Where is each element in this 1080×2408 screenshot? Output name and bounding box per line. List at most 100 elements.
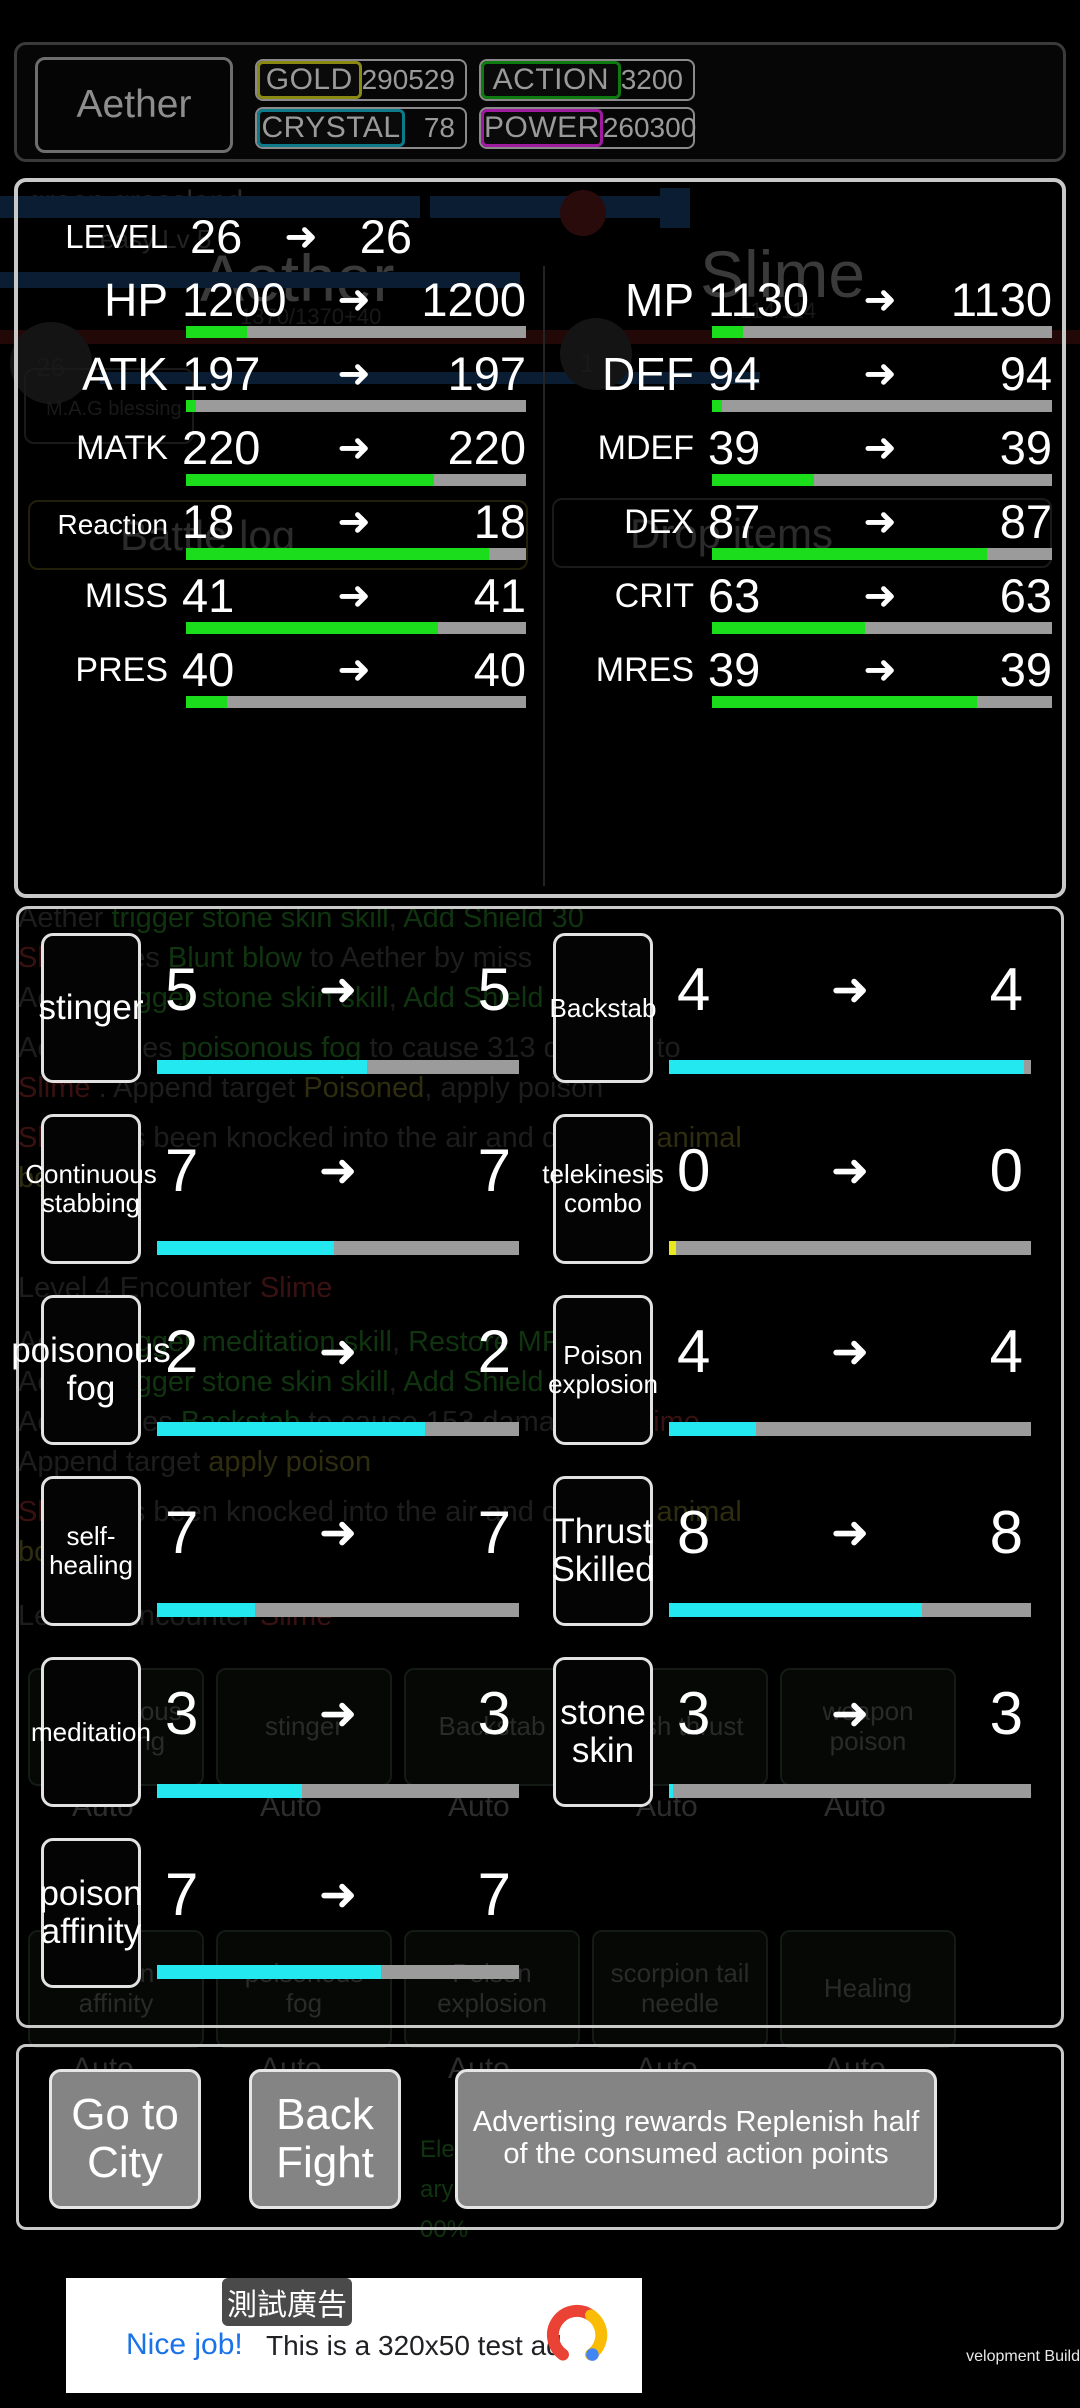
stat-row-reaction: Reaction 18 ➜ 18 (30, 496, 530, 570)
skill-name-label: meditation (31, 1716, 151, 1747)
skill-progress-bar (157, 1965, 519, 1979)
stats-column-divider (543, 266, 545, 886)
stat-label-mp: MP (625, 274, 694, 326)
stat-progress-bar (186, 548, 526, 560)
skill-level-from: 4 (677, 955, 711, 1023)
skill-level-to: 7 (477, 1498, 511, 1566)
stat-value-to: 1200 (421, 273, 526, 326)
stat-value-from: 41 (182, 569, 235, 622)
arrow-icon: ➜ (318, 963, 358, 1015)
go-to-city-button[interactable]: Go to City (49, 2069, 201, 2209)
stat-value-to: 63 (999, 569, 1052, 622)
skill-cell[interactable]: Continuous stabbing 7 ➜ 7 (25, 1100, 535, 1279)
stat-value-from: 1200 (182, 273, 287, 326)
skill-level-from: 5 (165, 955, 199, 1023)
skill-level-from: 7 (165, 1860, 199, 1928)
skill-name-label: stone skin (560, 1692, 646, 1770)
stat-progress-bar (186, 622, 526, 634)
skill-name-box[interactable]: Poison explosion (548, 1295, 658, 1445)
stat-row-crit: CRIT 63 ➜ 63 (556, 570, 1056, 644)
stat-value-from: 197 (182, 347, 261, 400)
skill-name-box[interactable]: poisonous fog (11, 1295, 171, 1445)
skill-name-box[interactable]: stinger (38, 933, 144, 1083)
skill-name-box[interactable]: Continuous stabbing (25, 1114, 157, 1264)
stat-row-atk: ATK 197 ➜ 197 (30, 348, 530, 422)
arrow-icon: ➜ (863, 352, 897, 396)
resource-crystal[interactable]: CRYSTAL 78 (255, 107, 467, 149)
resource-value-action: 3200 (620, 64, 683, 95)
skill-name-box[interactable]: meditation (31, 1657, 151, 1807)
resource-label-power: POWER (481, 109, 603, 147)
arrow-icon: ➜ (830, 963, 870, 1015)
stat-row-mp: MP 1130 ➜ 1130 (556, 274, 1056, 348)
stat-row-miss: MISS 41 ➜ 41 (30, 570, 530, 644)
skill-name-label: self-healing (49, 1521, 133, 1580)
skill-level-to: 5 (477, 955, 511, 1023)
skill-name-box[interactable]: poison affinity (39, 1838, 143, 1988)
skill-cell[interactable]: Poison explosion 4 ➜ 4 (541, 1281, 1047, 1460)
skill-cell[interactable]: stone skin 3 ➜ 3 (541, 1643, 1047, 1822)
back-fight-button[interactable]: Back Fight (249, 2069, 401, 2209)
skill-cell[interactable]: Backstab 4 ➜ 4 (541, 919, 1047, 1098)
skill-name-box[interactable]: telekinesis combo (542, 1114, 664, 1264)
arrow-icon: ➜ (337, 426, 371, 470)
stat-label-atk: ATK (81, 348, 168, 400)
skill-level-values: 4 ➜ 4 (669, 1295, 1031, 1407)
stat-progress-bar (712, 696, 1052, 708)
stat-value-from: 40 (182, 643, 235, 696)
arrow-icon: ➜ (318, 1506, 358, 1558)
skill-progress-bar (157, 1241, 519, 1255)
ad-banner[interactable]: Nice job! This is a 320x50 test ad. (66, 2278, 642, 2393)
skill-name-box[interactable]: stone skin (553, 1657, 653, 1807)
stat-value-to: 94 (999, 347, 1052, 400)
skill-progress-bar (669, 1784, 1031, 1798)
skill-level-from: 0 (677, 1136, 711, 1204)
arrow-icon: ➜ (337, 648, 371, 692)
stat-value-to: 197 (447, 347, 526, 400)
skill-cell[interactable]: stinger 5 ➜ 5 (29, 919, 535, 1098)
skill-level-to: 7 (477, 1860, 511, 1928)
skill-level-from: 4 (677, 1317, 711, 1385)
skill-name-box[interactable]: Thrust Skilled (551, 1476, 655, 1626)
game-screen: green grassland easy Lv 5 Aether Slime 1… (0, 0, 1080, 2408)
resource-action[interactable]: ACTION 3200 (479, 59, 695, 101)
skill-cell[interactable]: poison affinity 7 ➜ 7 (29, 1824, 535, 2003)
arrow-icon: ➜ (830, 1687, 870, 1739)
resource-label-crystal: CRYSTAL (257, 109, 405, 147)
resource-power[interactable]: POWER 260300 (479, 107, 696, 149)
skill-name-box[interactable]: Backstab (550, 933, 656, 1083)
skill-level-values: 4 ➜ 4 (669, 933, 1031, 1045)
skill-name-label: Thrust Skilled (551, 1511, 655, 1589)
skill-level-values: 8 ➜ 8 (669, 1476, 1031, 1588)
skill-level-from: 3 (165, 1679, 199, 1747)
ad-test-badge: 測試廣告 (222, 2278, 352, 2326)
skill-name-box[interactable]: self-healing (41, 1476, 141, 1626)
skill-cell[interactable]: self-healing 7 ➜ 7 (29, 1462, 535, 1641)
resource-gold[interactable]: GOLD 290529 (255, 59, 467, 101)
stat-value-to: 41 (473, 569, 526, 622)
skill-cell[interactable]: telekinesis combo 0 ➜ 0 (541, 1100, 1047, 1279)
arrow-icon: ➜ (318, 1868, 358, 1920)
stat-row-level: LEVEL 26 ➜ 26 (38, 208, 558, 266)
stats-column-left: HP 1200 ➜ 1200 ATK 197 ➜ 197 MATK 220 ➜ 220 Reaction… (30, 274, 530, 718)
ad-reward-button[interactable]: Advertising rewards Replenish half of th… (455, 2069, 937, 2209)
skill-level-to: 3 (989, 1679, 1023, 1747)
arrow-icon: ➜ (284, 215, 318, 259)
stat-value-from: 94 (708, 347, 761, 400)
skill-cell[interactable]: meditation 3 ➜ 3 (29, 1643, 535, 1822)
stat-label-matk: MATK (76, 429, 168, 467)
stat-row-matk: MATK 220 ➜ 220 (30, 422, 530, 496)
skill-level-values: 7 ➜ 7 (157, 1114, 519, 1226)
hero-name-box[interactable]: Aether (35, 57, 233, 153)
skill-level-to: 8 (989, 1498, 1023, 1566)
stat-label-pres: PRES (75, 651, 168, 689)
stat-row-mdef: MDEF 39 ➜ 39 (556, 422, 1056, 496)
arrow-icon: ➜ (337, 278, 371, 322)
arrow-icon: ➜ (863, 426, 897, 470)
skill-cell[interactable]: poisonous fog 2 ➜ 2 (11, 1281, 535, 1460)
level-value-to: 26 (359, 210, 413, 263)
skill-level-to: 4 (989, 1317, 1023, 1385)
skill-cell[interactable]: Thrust Skilled 8 ➜ 8 (541, 1462, 1047, 1641)
stat-value-to: 39 (999, 643, 1052, 696)
skill-name-label: telekinesis combo (542, 1159, 664, 1218)
